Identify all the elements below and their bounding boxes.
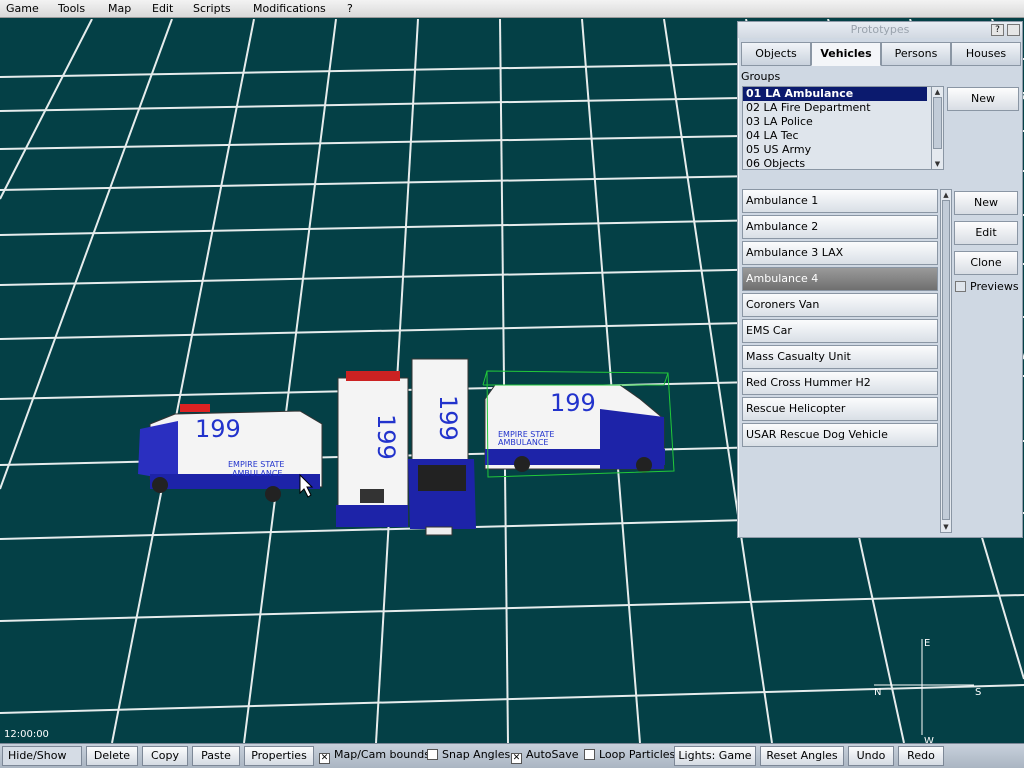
menu-map[interactable]: Map <box>108 2 131 15</box>
vehicle-list[interactable]: Ambulance 1 Ambulance 2 Ambulance 3 LAX … <box>742 189 952 535</box>
checkbox-checked-icon[interactable]: ✕ <box>511 753 522 764</box>
autosave-label: AutoSave <box>526 748 579 761</box>
svg-text:199: 199 <box>550 389 596 417</box>
snap-angles-checkbox[interactable]: Snap Angles <box>427 748 510 761</box>
compass: E S W N <box>872 638 982 749</box>
scroll-down-icon[interactable]: ▼ <box>941 522 951 532</box>
checkbox-box[interactable] <box>584 749 595 760</box>
checkbox-checked-icon[interactable]: ✕ <box>319 753 330 764</box>
paste-button[interactable]: Paste <box>192 746 240 766</box>
previews-checkbox[interactable]: Previews <box>955 280 1019 293</box>
vehicle-edit-button[interactable]: Edit <box>954 221 1018 245</box>
group-item[interactable]: 05 US Army <box>743 143 927 157</box>
groups-list[interactable]: 01 LA Ambulance 02 LA Fire Department 03… <box>742 86 944 170</box>
menu-game[interactable]: Game <box>6 2 39 15</box>
panel-help-button[interactable]: ? <box>991 24 1004 36</box>
vehicle-item[interactable]: EMS Car <box>742 319 938 343</box>
svg-text:AMBULANCE: AMBULANCE <box>498 438 548 447</box>
tab-houses[interactable]: Houses <box>951 42 1021 66</box>
bottom-toolbar: Hide/Show Delete Copy Paste Properties ✕… <box>0 743 1024 768</box>
vehicle-item[interactable]: Ambulance 2 <box>742 215 938 239</box>
tab-vehicles[interactable]: Vehicles <box>811 42 881 66</box>
undo-button[interactable]: Undo <box>848 746 894 766</box>
tab-persons[interactable]: Persons <box>881 42 951 66</box>
tab-objects[interactable]: Objects <box>741 42 811 66</box>
previews-label: Previews <box>970 280 1019 293</box>
reset-angles-button[interactable]: Reset Angles <box>760 746 844 766</box>
svg-text:EMPIRE STATE: EMPIRE STATE <box>228 460 284 469</box>
game-time: 12:00:00 <box>4 729 49 740</box>
checkbox-box[interactable] <box>427 749 438 760</box>
loop-particles-checkbox[interactable]: Loop Particles <box>584 748 675 761</box>
group-item[interactable]: 04 LA Tec <box>743 129 927 143</box>
properties-button[interactable]: Properties <box>244 746 314 766</box>
group-new-button[interactable]: New <box>947 87 1019 111</box>
menu-tools[interactable]: Tools <box>58 2 85 15</box>
vehicle-van-middle-2[interactable]: 199 <box>408 358 476 536</box>
vehicle-van-left[interactable]: 199 EMPIRE STATE AMBULANCE <box>138 404 323 502</box>
vehicle-van-middle-1[interactable]: 199 <box>336 371 409 527</box>
group-item[interactable]: 03 LA Police <box>743 115 927 129</box>
vehicle-item[interactable]: Coroners Van <box>742 293 938 317</box>
redo-button[interactable]: Redo <box>898 746 944 766</box>
groups-scrollbar[interactable]: ▲ ▼ <box>931 87 943 169</box>
vehicle-item[interactable]: USAR Rescue Dog Vehicle <box>742 423 938 447</box>
scroll-up-icon[interactable]: ▲ <box>932 87 943 97</box>
svg-text:AMBULANCE: AMBULANCE <box>232 469 282 478</box>
vehicle-item-selected[interactable]: Ambulance 4 <box>742 267 938 291</box>
snap-angles-label: Snap Angles <box>442 748 511 761</box>
vehicle-new-button[interactable]: New <box>954 191 1018 215</box>
group-item[interactable]: 06 Objects <box>743 157 927 169</box>
vehicle-list-scrollbar[interactable]: ▲ ▼ <box>940 189 952 533</box>
menu-help[interactable]: ? <box>347 2 353 15</box>
vehicle-item[interactable]: Rescue Helicopter <box>742 397 938 421</box>
scroll-down-icon[interactable]: ▼ <box>932 159 943 169</box>
compass-east-label: E <box>924 638 931 649</box>
loop-particles-label: Loop Particles <box>599 748 676 761</box>
delete-button[interactable]: Delete <box>86 746 138 766</box>
hide-show-button[interactable]: Hide/Show <box>2 746 82 766</box>
scroll-up-icon[interactable]: ▲ <box>941 190 951 200</box>
autosave-checkbox[interactable]: ✕ AutoSave <box>511 748 579 764</box>
prototypes-panel: Prototypes ? Objects Vehicles Persons Ho… <box>737 21 1023 538</box>
menu-modifications[interactable]: Modifications <box>253 2 326 15</box>
scroll-thumb[interactable] <box>933 97 942 149</box>
svg-text:199: 199 <box>372 414 400 460</box>
lights-button[interactable]: Lights: Game <box>674 746 756 766</box>
checkbox-box[interactable] <box>955 281 966 292</box>
panel-close-button[interactable] <box>1007 24 1020 36</box>
group-item[interactable]: 01 LA Ambulance <box>743 87 927 101</box>
vehicle-item[interactable]: Mass Casualty Unit <box>742 345 938 369</box>
menu-scripts[interactable]: Scripts <box>193 2 231 15</box>
map-cam-bounds-label: Map/Cam bounds <box>334 748 430 761</box>
menu-bar: Game Tools Map Edit Scripts Modification… <box>0 0 1024 18</box>
compass-south-label: S <box>975 687 982 698</box>
svg-text:199: 199 <box>434 395 462 441</box>
compass-north-label: N <box>874 687 882 698</box>
panel-title: Prototypes <box>738 22 1022 38</box>
vehicle-item[interactable]: Red Cross Hummer H2 <box>742 371 938 395</box>
svg-text:199: 199 <box>195 415 241 443</box>
scroll-thumb[interactable] <box>942 200 950 520</box>
vehicle-clone-button[interactable]: Clone <box>954 251 1018 275</box>
copy-button[interactable]: Copy <box>142 746 188 766</box>
vehicle-item[interactable]: Ambulance 1 <box>742 189 938 213</box>
menu-edit[interactable]: Edit <box>152 2 173 15</box>
groups-label: Groups <box>741 70 781 83</box>
group-item[interactable]: 02 LA Fire Department <box>743 101 927 115</box>
map-cam-bounds-checkbox[interactable]: ✕ Map/Cam bounds <box>319 748 430 764</box>
vehicle-item[interactable]: Ambulance 3 LAX <box>742 241 938 265</box>
